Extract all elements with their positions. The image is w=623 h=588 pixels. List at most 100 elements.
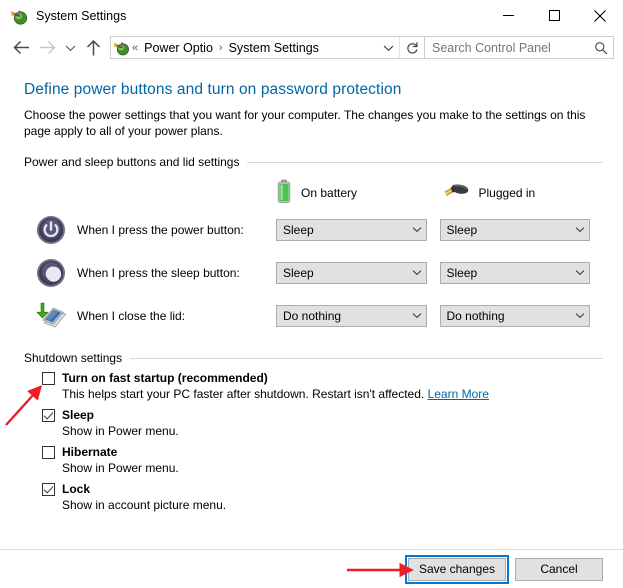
setting-label-power-button: When I press the power button: xyxy=(77,222,244,237)
option-lock-row[interactable]: Lock xyxy=(42,482,603,496)
power-plug-icon xyxy=(440,181,470,206)
forward-arrow-icon xyxy=(39,40,56,55)
power-button-on-battery-dropdown[interactable]: Sleep xyxy=(276,218,427,241)
cancel-button[interactable]: Cancel xyxy=(515,557,603,581)
column-header-on-battery: On battery xyxy=(276,179,440,208)
power-options-icon xyxy=(10,7,28,25)
recent-locations-button[interactable] xyxy=(60,35,80,61)
content-area: Define power buttons and turn on passwor… xyxy=(0,81,623,513)
power-button-plugged-in-dropdown[interactable]: Sleep xyxy=(439,218,590,241)
refresh-button[interactable] xyxy=(399,37,424,58)
breadcrumb-item-system-settings[interactable]: System Settings xyxy=(225,41,323,55)
shutdown-group-title: Shutdown settings xyxy=(24,351,123,365)
page-description: Choose the power settings that you want … xyxy=(24,108,586,138)
address-bar[interactable]: « Power Optio › System Settings xyxy=(110,36,425,59)
fast-startup-sub-text: This helps start your PC faster after sh… xyxy=(62,387,425,401)
chevron-down-icon xyxy=(408,312,426,319)
chevron-down-icon xyxy=(571,312,589,319)
setting-row-power-button: When I press the power button: Sleep Sle… xyxy=(24,208,603,251)
search-icon xyxy=(595,41,608,54)
power-button-icon xyxy=(34,215,68,245)
minimize-button[interactable] xyxy=(485,0,531,31)
learn-more-link[interactable]: Learn More xyxy=(428,387,489,401)
sleep-button-on-battery-value: Sleep xyxy=(283,265,314,280)
option-sleep-row[interactable]: Sleep xyxy=(42,408,603,422)
sleep-button-plugged-in-dropdown[interactable]: Sleep xyxy=(439,261,590,284)
power-group-header: Power and sleep buttons and lid settings xyxy=(24,155,603,169)
hibernate-checkbox[interactable] xyxy=(42,446,55,459)
navigation-bar: « Power Optio › System Settings xyxy=(0,31,623,64)
setting-label-sleep-button: When I press the sleep button: xyxy=(77,265,240,280)
page-title: Define power buttons and turn on passwor… xyxy=(24,81,402,98)
chevron-down-icon xyxy=(383,45,393,51)
close-lid-on-battery-value: Do nothing xyxy=(283,308,342,323)
address-dropdown-button[interactable] xyxy=(377,37,399,58)
column-headers: On battery Plugged in xyxy=(24,178,603,208)
power-group-title: Power and sleep buttons and lid settings xyxy=(24,155,240,169)
sleep-checkbox[interactable] xyxy=(42,409,55,422)
fast-startup-checkbox[interactable] xyxy=(42,372,55,385)
close-button[interactable] xyxy=(577,0,623,31)
shutdown-settings-group: Shutdown settings Turn on fast startup (… xyxy=(24,351,603,513)
close-lid-icon xyxy=(34,301,68,331)
close-lid-on-battery-dropdown[interactable]: Do nothing xyxy=(276,304,427,327)
footer-actions: Save changes Cancel xyxy=(0,550,623,588)
setting-row-close-lid: When I close the lid: Do nothing Do noth… xyxy=(24,294,603,337)
option-hibernate-row[interactable]: Hibernate xyxy=(42,445,603,459)
divider xyxy=(130,357,603,359)
refresh-icon xyxy=(406,41,417,53)
option-hibernate: Hibernate Show in Power menu. xyxy=(24,445,603,476)
sleep-description: Show in Power menu. xyxy=(62,424,179,438)
option-fast-startup-row[interactable]: Turn on fast startup (recommended) xyxy=(42,371,603,385)
power-and-sleep-group: Power and sleep buttons and lid settings… xyxy=(24,155,603,337)
fast-startup-description: This helps start your PC faster after sh… xyxy=(62,387,603,402)
setting-row-sleep-button: When I press the sleep button: Sleep Sle… xyxy=(24,251,603,294)
column-header-plugged-in-label: Plugged in xyxy=(478,186,536,200)
breadcrumb-overflow[interactable]: « xyxy=(130,42,140,54)
fast-startup-label: Turn on fast startup (recommended) xyxy=(62,371,268,385)
hibernate-description: Show in Power menu. xyxy=(62,461,179,475)
sleep-button-on-battery-dropdown[interactable]: Sleep xyxy=(276,261,427,284)
battery-icon xyxy=(276,179,292,208)
hibernate-label: Hibernate xyxy=(62,445,118,459)
close-lid-plugged-in-value: Do nothing xyxy=(446,308,505,323)
breadcrumb-item-power-options[interactable]: Power Optio xyxy=(140,41,217,55)
lock-label: Lock xyxy=(62,482,91,496)
lock-checkbox[interactable] xyxy=(42,483,55,496)
column-header-on-battery-label: On battery xyxy=(301,186,358,200)
option-fast-startup: Turn on fast startup (recommended) This … xyxy=(24,371,603,402)
maximize-button[interactable] xyxy=(531,0,577,31)
close-lid-plugged-in-dropdown[interactable]: Do nothing xyxy=(439,304,590,327)
title-bar: System Settings xyxy=(0,0,623,31)
power-button-on-battery-value: Sleep xyxy=(283,222,314,237)
close-icon xyxy=(594,9,606,22)
forward-button[interactable] xyxy=(34,35,60,61)
search-button[interactable] xyxy=(589,41,613,55)
back-button[interactable] xyxy=(8,35,34,61)
window-controls xyxy=(485,0,623,31)
search-input[interactable] xyxy=(425,40,589,55)
save-changes-button[interactable]: Save changes xyxy=(404,554,510,584)
setting-label-close-lid: When I close the lid: xyxy=(77,308,186,323)
breadcrumb-separator: › xyxy=(218,41,223,54)
up-button[interactable] xyxy=(80,35,106,61)
up-arrow-icon xyxy=(86,39,100,55)
power-button-plugged-in-value: Sleep xyxy=(446,222,478,237)
minimize-icon xyxy=(502,15,514,16)
lock-description: Show in account picture menu. xyxy=(62,498,227,512)
sleep-button-plugged-in-value: Sleep xyxy=(446,265,478,280)
chevron-down-icon xyxy=(408,269,426,276)
option-lock: Lock Show in account picture menu. xyxy=(24,482,603,513)
column-header-plugged-in: Plugged in xyxy=(440,181,604,206)
sleep-button-icon xyxy=(34,258,68,288)
chevron-down-icon xyxy=(65,45,75,51)
power-options-icon xyxy=(113,39,130,56)
window-title: System Settings xyxy=(36,8,127,23)
shutdown-group-header: Shutdown settings xyxy=(24,351,603,365)
divider xyxy=(247,161,603,163)
back-arrow-icon xyxy=(12,40,29,55)
chevron-down-icon xyxy=(571,269,589,276)
chevron-down-icon xyxy=(408,226,426,233)
search-control-panel[interactable] xyxy=(425,36,614,59)
chevron-down-icon xyxy=(571,226,589,233)
